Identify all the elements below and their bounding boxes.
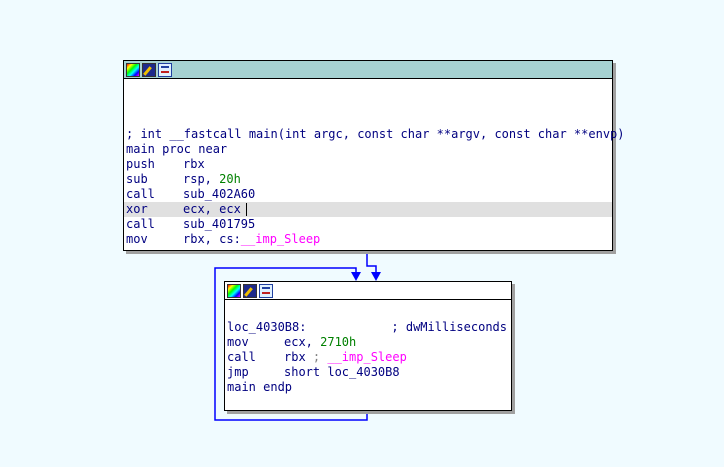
- text-cursor: [245, 203, 247, 216]
- instruction-line[interactable]: jmp short loc_4030B8: [227, 365, 511, 380]
- instruction-line[interactable]: sub rsp, 20h: [126, 172, 612, 187]
- proc-declaration: main proc near: [126, 142, 228, 156]
- proc-end: main endp: [227, 380, 293, 394]
- block-header: [225, 282, 511, 300]
- instruction-line[interactable]: call rbx ; __imp_Sleep: [227, 350, 511, 365]
- color-picker-icon[interactable]: [227, 283, 241, 298]
- edge-loop-arrowhead: [351, 272, 361, 281]
- block-header: [124, 61, 612, 79]
- instruction-line[interactable]: call sub_401795: [126, 217, 612, 232]
- rename-pencil-icon[interactable]: [243, 283, 257, 298]
- instruction-line-selected[interactable]: xor ecx, ecx: [124, 202, 612, 217]
- basic-block-loop[interactable]: loc_4030B8:; dwMilliseconds mov ecx, 2710…: [224, 281, 512, 411]
- rename-pencil-icon[interactable]: [142, 62, 156, 77]
- function-prototype-comment: ; int __fastcall main(int argc, const ch…: [126, 127, 625, 141]
- graph-overview-icon[interactable]: [158, 62, 172, 77]
- instruction-line[interactable]: push rbx: [126, 157, 612, 172]
- basic-block-main[interactable]: ; int __fastcall main(int argc, const ch…: [123, 60, 625, 251]
- graph-overview-icon[interactable]: [259, 283, 273, 298]
- color-picker-icon[interactable]: [126, 62, 140, 77]
- instruction-line[interactable]: mov ecx, 2710h: [227, 335, 511, 350]
- edge-arrowhead: [371, 272, 381, 281]
- instruction-line[interactable]: mov rbx, cs:__imp_Sleep: [126, 232, 612, 247]
- location-label[interactable]: loc_4030B8:; dwMilliseconds: [227, 320, 511, 335]
- instruction-line[interactable]: call sub_402A60: [126, 187, 612, 202]
